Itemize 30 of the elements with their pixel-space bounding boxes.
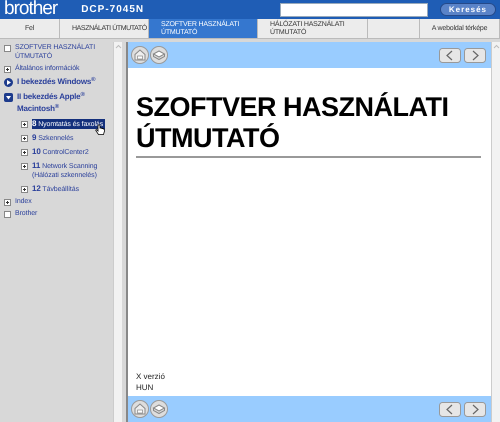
expand-icon[interactable] (21, 135, 28, 142)
scrollbar[interactable] (491, 42, 500, 422)
model-name: DCP-7045N (81, 3, 144, 17)
expand-icon[interactable] (21, 121, 28, 128)
expand-icon[interactable] (21, 163, 28, 170)
expand-arrow-icon[interactable] (4, 78, 13, 87)
book-stack-icon[interactable] (150, 46, 168, 64)
expand-icon[interactable] (4, 199, 11, 206)
expand-icon[interactable] (21, 149, 28, 156)
version-text: X verzió (136, 371, 166, 382)
next-button[interactable] (464, 402, 486, 416)
brand-logo: brother (4, 0, 58, 18)
previous-button[interactable] (439, 48, 461, 62)
home-icon[interactable] (131, 400, 149, 418)
next-button[interactable] (464, 48, 486, 62)
scrollbar[interactable] (113, 42, 122, 422)
tree-item-link[interactable]: II bekezdés Apple$^{®}$ Macintosh$^{®}$ (17, 91, 113, 115)
expand-icon[interactable] (4, 66, 11, 73)
page-icon (4, 211, 11, 218)
search-button[interactable]: Keresés (440, 3, 496, 16)
search-field[interactable] (280, 2, 428, 16)
tree-item-link[interactable]: I bekezdés Windows$^{®}$ (17, 76, 98, 88)
collapse-arrow-icon[interactable] (4, 93, 13, 102)
previous-button[interactable] (439, 402, 461, 416)
page-title: SZOFTVER HASZNÁLATI ÚTMUTATÓ (136, 92, 481, 158)
home-icon[interactable] (131, 46, 149, 64)
expand-icon[interactable] (21, 186, 28, 193)
page-icon (4, 45, 11, 52)
book-stack-icon[interactable] (150, 400, 168, 418)
language-text: HUN (136, 382, 154, 393)
